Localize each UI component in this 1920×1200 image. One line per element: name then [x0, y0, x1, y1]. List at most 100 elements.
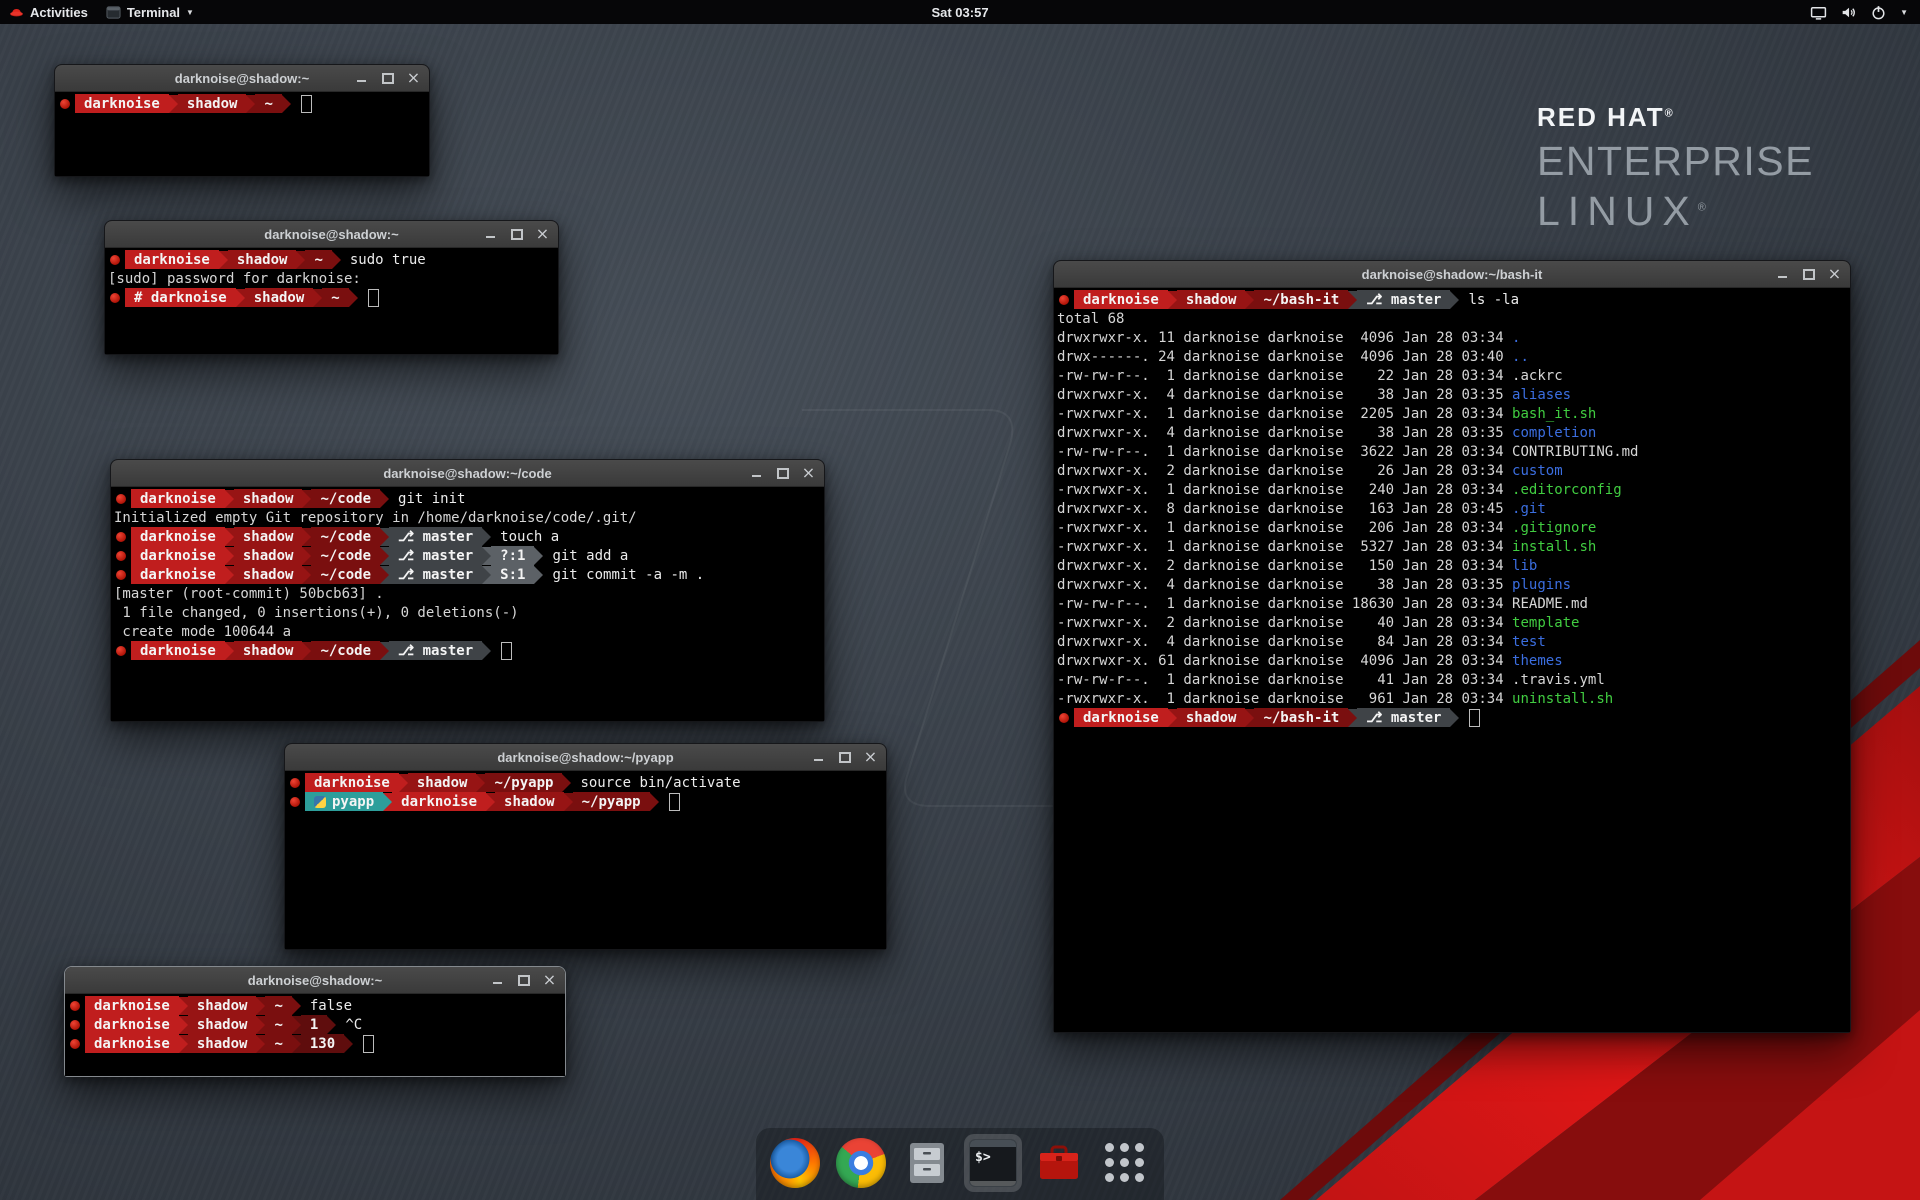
powerline-arrow-icon [534, 547, 543, 565]
distro-icon [70, 1001, 80, 1011]
ls-filename: .gitignore [1512, 520, 1596, 536]
close-button[interactable]: × [800, 465, 817, 482]
close-icon: × [802, 465, 815, 481]
output-text: [master (root-commit) 50bcb63] . [114, 586, 384, 602]
titlebar[interactable]: darknoise@shadow:~ × [105, 221, 558, 248]
close-button[interactable]: × [862, 749, 879, 766]
ls-column: darknoise [1183, 520, 1259, 536]
clock[interactable]: Sat 03:57 [931, 5, 988, 20]
distro-icon [70, 1020, 80, 1030]
prompt-segment-host: shadow [234, 489, 303, 508]
minimize-button[interactable] [353, 70, 370, 87]
powerline-arrow-icon [169, 95, 178, 113]
prompt-segment-user: darknoise [131, 489, 225, 508]
ls-filename: .editorconfig [1512, 482, 1622, 498]
prompt-segment-user: darknoise [75, 94, 169, 113]
ls-column: 41 [1352, 672, 1394, 688]
ls-column: -rwxrwxr-x. [1057, 539, 1150, 555]
command-text: git add a [552, 548, 628, 564]
ls-column: -rwxrwxr-x. [1057, 691, 1150, 707]
terminal-line: total 68 [1057, 309, 1847, 328]
close-button[interactable]: × [541, 972, 558, 989]
ls-column: darknoise [1268, 406, 1344, 422]
prompt-segment-user: darknoise [85, 1034, 179, 1053]
maximize-button[interactable] [379, 70, 396, 87]
terminal-content[interactable]: darknoiseshadow~/codegit initInitialized… [111, 487, 824, 721]
ls-column: Jan 28 03:34 [1402, 520, 1503, 536]
activities-button[interactable]: Activities [0, 0, 97, 24]
close-button[interactable]: × [405, 70, 422, 87]
maximize-button[interactable] [515, 972, 532, 989]
dock-item-terminal[interactable]: $> [964, 1134, 1022, 1192]
distro-icon [60, 99, 70, 109]
prompt-segment-host: shadow [245, 288, 314, 307]
close-icon: × [536, 226, 549, 242]
ls-column: 4 [1158, 634, 1175, 650]
titlebar[interactable]: darknoise@shadow:~/code × [111, 460, 824, 487]
toolbox-icon [1035, 1139, 1083, 1187]
desktop: RED HAT® ENTERPRISE LINUX® Activities Te… [0, 0, 1920, 1200]
minimize-button[interactable] [748, 465, 765, 482]
terminal-content[interactable]: darknoiseshadow~/pyappsource bin/activat… [285, 771, 886, 949]
minimize-button[interactable] [482, 226, 499, 243]
app-menu-terminal[interactable]: Terminal ▼ [97, 0, 203, 24]
ls-column: 38 [1352, 387, 1394, 403]
ls-column: 206 [1352, 520, 1394, 536]
maximize-button[interactable] [1800, 266, 1817, 283]
titlebar[interactable]: darknoise@shadow:~/pyapp × [285, 744, 886, 771]
titlebar[interactable]: darknoise@shadow:~ × [55, 65, 429, 92]
ls-column: darknoise [1183, 387, 1259, 403]
terminal-content[interactable]: darknoiseshadow~falsedarknoiseshadow~1^C… [65, 994, 565, 1076]
dock-item-firefox[interactable] [766, 1134, 824, 1192]
output-text: 1 file changed, 0 insertions(+), 0 delet… [114, 605, 519, 621]
terminal-content[interactable]: darknoiseshadow~sudo true[sudo] password… [105, 248, 558, 354]
close-icon: × [407, 70, 420, 86]
close-button[interactable]: × [1826, 266, 1843, 283]
titlebar[interactable]: darknoise@shadow:~ × [65, 967, 565, 994]
ls-filename: .. [1512, 349, 1529, 365]
minimize-button[interactable] [489, 972, 506, 989]
system-status-area[interactable]: ▼ [1810, 0, 1920, 24]
command-text: ls -la [1468, 292, 1519, 308]
ls-column: Jan 28 03:34 [1402, 482, 1503, 498]
terminal-line: -rw-rw-r--.1darknoisedarknoise22Jan 28 0… [1057, 366, 1847, 385]
terminal-content[interactable]: darknoiseshadow~ [55, 92, 429, 176]
dock-item-chrome[interactable] [832, 1134, 890, 1192]
maximize-button[interactable] [836, 749, 853, 766]
powerline-arrow-icon [296, 251, 305, 269]
maximize-button[interactable] [508, 226, 525, 243]
ls-column: darknoise [1268, 672, 1344, 688]
powerline-arrow-icon [179, 1016, 188, 1034]
powerline-arrow-icon [256, 997, 265, 1015]
output-text: total 68 [1057, 311, 1124, 327]
power-icon [1870, 4, 1887, 21]
ls-column: 11 [1158, 330, 1175, 346]
terminal-cursor [501, 642, 512, 660]
dock-item-files[interactable] [898, 1134, 956, 1192]
terminal-content[interactable]: darknoiseshadow~/bash-it⎇ master ls -la to… [1054, 288, 1850, 1032]
ls-column: Jan 28 03:34 [1402, 330, 1503, 346]
titlebar[interactable]: darknoise@shadow:~/bash-it × [1054, 261, 1850, 288]
ls-column: darknoise [1268, 634, 1344, 650]
minimize-button[interactable] [1774, 266, 1791, 283]
terminal-line: -rwxrwxr-x.1darknoisedarknoise5327Jan 28… [1057, 537, 1847, 556]
ls-column: darknoise [1183, 577, 1259, 593]
terminal-line: darknoiseshadow~/bash-it⎇ master [1057, 708, 1847, 727]
registered-mark: ® [1698, 201, 1714, 213]
prompt-segment-user: darknoise [131, 565, 225, 584]
maximize-button[interactable] [774, 465, 791, 482]
ls-column: darknoise [1268, 330, 1344, 346]
ls-column: darknoise [1268, 444, 1344, 460]
output-text: Initialized empty Git repository in /hom… [114, 510, 637, 526]
dock-item-toolbox[interactable] [1030, 1134, 1088, 1192]
minimize-button[interactable] [810, 749, 827, 766]
ls-column: Jan 28 03:34 [1402, 539, 1503, 555]
distro-icon [116, 532, 126, 542]
dock-item-show-apps[interactable] [1096, 1134, 1154, 1192]
window-title: darknoise@shadow:~/pyapp [497, 750, 673, 765]
command-text: source bin/activate [580, 775, 740, 791]
close-button[interactable]: × [534, 226, 551, 243]
app-menu-label: Terminal [127, 5, 180, 20]
terminal-line: drwx------.24darknoisedarknoise4096Jan 2… [1057, 347, 1847, 366]
ls-column: darknoise [1268, 520, 1344, 536]
